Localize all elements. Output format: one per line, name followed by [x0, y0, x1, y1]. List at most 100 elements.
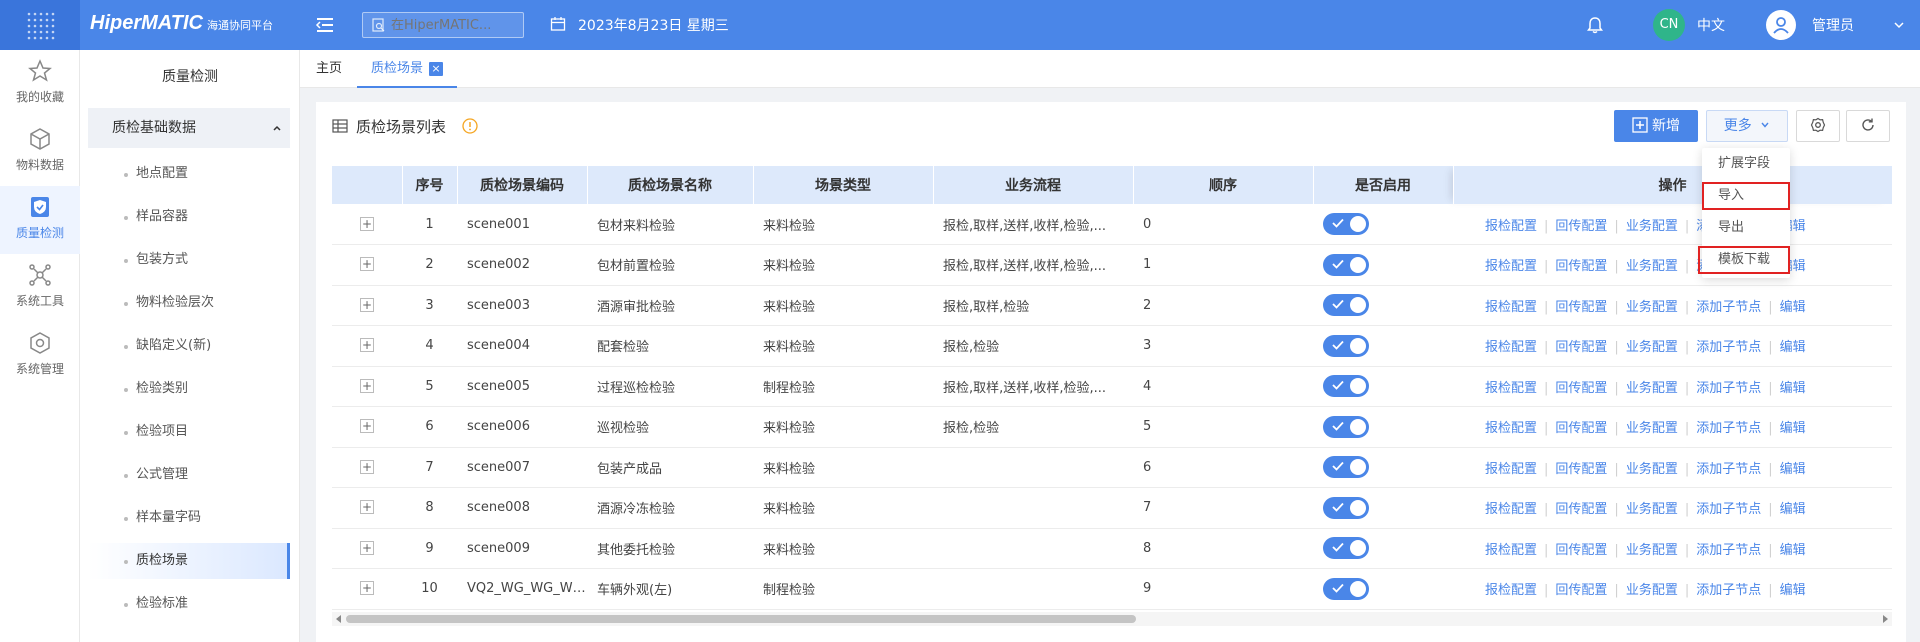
op-link[interactable]: 报检配置 — [1485, 219, 1537, 234]
enabled-toggle[interactable] — [1323, 375, 1369, 398]
sidebar-item-formula[interactable]: 公式管理 — [88, 457, 290, 493]
op-link[interactable]: 编辑 — [1780, 462, 1806, 477]
enabled-toggle[interactable] — [1323, 294, 1369, 317]
op-link[interactable]: 回传配置 — [1555, 259, 1607, 274]
menu-toggle-icon[interactable] — [314, 14, 336, 36]
scrollbar-thumb[interactable] — [346, 615, 1136, 623]
tab-home[interactable]: 主页 — [316, 50, 342, 88]
enabled-toggle[interactable] — [1323, 456, 1369, 479]
expand-icon[interactable]: + — [360, 500, 374, 515]
op-link[interactable]: 回传配置 — [1555, 421, 1607, 436]
op-link[interactable]: 回传配置 — [1555, 300, 1607, 315]
scroll-left-icon[interactable] — [336, 615, 341, 623]
op-link[interactable]: 报检配置 — [1485, 381, 1537, 396]
op-link[interactable]: 添加子节点 — [1696, 381, 1761, 396]
op-link[interactable]: 添加子节点 — [1696, 340, 1761, 355]
module-system-admin[interactable]: 系统管理 — [0, 322, 80, 390]
op-link[interactable]: 编辑 — [1780, 543, 1806, 558]
module-system-tools[interactable]: 系统工具 — [0, 254, 80, 322]
op-link[interactable]: 回传配置 — [1555, 340, 1607, 355]
enabled-toggle[interactable] — [1323, 415, 1369, 438]
op-link[interactable]: 添加子节点 — [1696, 502, 1761, 517]
menu-item-export[interactable]: 导出 — [1702, 214, 1790, 242]
op-link[interactable]: 报检配置 — [1485, 502, 1537, 517]
column-header-type[interactable]: 场景类型 — [753, 166, 934, 204]
scroll-right-icon[interactable] — [1883, 615, 1888, 623]
close-icon[interactable]: × — [429, 61, 444, 76]
column-header-code[interactable]: 质检场景编码 — [457, 166, 588, 204]
language-badge[interactable]: CN — [1653, 9, 1685, 41]
op-link[interactable]: 业务配置 — [1626, 300, 1678, 315]
sidebar-item-inspection-level[interactable]: 物料检验层次 — [88, 285, 290, 321]
op-link[interactable]: 回传配置 — [1555, 462, 1607, 477]
op-link[interactable]: 报检配置 — [1485, 543, 1537, 558]
sidebar-item-qc-scene[interactable]: 质检场景 — [88, 543, 290, 579]
op-link[interactable]: 报检配置 — [1485, 340, 1537, 355]
enabled-toggle[interactable] — [1323, 253, 1369, 276]
app-grid-logo[interactable] — [0, 0, 80, 50]
expand-icon[interactable]: + — [360, 419, 374, 434]
op-link[interactable]: 报检配置 — [1485, 259, 1537, 274]
op-link[interactable]: 报检配置 — [1485, 421, 1537, 436]
add-button[interactable]: 新增 — [1614, 110, 1698, 142]
module-quality-check[interactable]: 质量检测 — [0, 186, 80, 254]
expand-icon[interactable]: + — [360, 338, 374, 353]
tab-qc-scene[interactable]: 质检场景 × — [357, 50, 458, 88]
op-link[interactable]: 回传配置 — [1555, 381, 1607, 396]
op-link[interactable]: 回传配置 — [1555, 583, 1607, 598]
more-button[interactable]: 更多 — [1706, 110, 1788, 142]
sidebar-item-inspection-category[interactable]: 检验类别 — [88, 371, 290, 407]
avatar[interactable] — [1766, 10, 1796, 40]
op-link[interactable]: 回传配置 — [1555, 543, 1607, 558]
op-link[interactable]: 业务配置 — [1626, 543, 1678, 558]
op-link[interactable]: 编辑 — [1780, 502, 1806, 517]
sidebar-item-sample-code[interactable]: 样本量字码 — [88, 500, 290, 536]
column-header-enabled[interactable]: 是否启用 — [1313, 166, 1454, 204]
settings-button[interactable] — [1796, 110, 1840, 142]
op-link[interactable]: 业务配置 — [1626, 259, 1678, 274]
column-header-no[interactable]: 序号 — [402, 166, 458, 204]
op-link[interactable]: 编辑 — [1780, 583, 1806, 598]
op-link[interactable]: 添加子节点 — [1696, 462, 1761, 477]
sidebar-group-basic-data[interactable]: 质检基础数据 — [88, 108, 290, 148]
module-material-data[interactable]: 物料数据 — [0, 118, 80, 186]
user-name[interactable]: 管理员 — [1812, 15, 1854, 35]
enabled-toggle[interactable] — [1323, 537, 1369, 560]
expand-icon[interactable]: + — [360, 216, 374, 231]
expand-icon[interactable]: + — [360, 378, 374, 393]
sidebar-item-location[interactable]: 地点配置 — [88, 156, 290, 192]
enabled-toggle[interactable] — [1323, 213, 1369, 235]
search-input[interactable] — [362, 12, 524, 38]
op-link[interactable]: 回传配置 — [1555, 219, 1607, 234]
expand-icon[interactable]: + — [360, 540, 374, 555]
column-header-name[interactable]: 质检场景名称 — [587, 166, 754, 204]
sidebar-item-packaging[interactable]: 包装方式 — [88, 242, 290, 278]
language-label[interactable]: 中文 — [1697, 15, 1725, 35]
expand-icon[interactable]: + — [360, 297, 374, 312]
op-link[interactable]: 添加子节点 — [1696, 583, 1761, 598]
op-link[interactable]: 业务配置 — [1626, 502, 1678, 517]
enabled-toggle[interactable] — [1323, 577, 1369, 600]
op-link[interactable]: 报检配置 — [1485, 462, 1537, 477]
op-link[interactable]: 编辑 — [1780, 300, 1806, 315]
op-link[interactable]: 业务配置 — [1626, 219, 1678, 234]
sidebar-item-inspection-standard[interactable]: 检验标准 — [88, 586, 290, 622]
op-link[interactable]: 编辑 — [1780, 421, 1806, 436]
chevron-down-icon[interactable] — [1893, 19, 1905, 31]
horizontal-scrollbar[interactable] — [332, 612, 1892, 626]
column-header-flow[interactable]: 业务流程 — [933, 166, 1134, 204]
menu-item-import[interactable]: 导入 — [1702, 182, 1790, 210]
enabled-toggle[interactable] — [1323, 334, 1369, 357]
op-link[interactable]: 业务配置 — [1626, 462, 1678, 477]
op-link[interactable]: 业务配置 — [1626, 381, 1678, 396]
menu-item-template-download[interactable]: 模板下载 — [1698, 246, 1790, 274]
sidebar-item-inspection-item[interactable]: 检验项目 — [88, 414, 290, 450]
enabled-toggle[interactable] — [1323, 496, 1369, 519]
bell-icon[interactable] — [1585, 15, 1605, 35]
op-link[interactable]: 报检配置 — [1485, 583, 1537, 598]
op-link[interactable]: 回传配置 — [1555, 502, 1607, 517]
op-link[interactable]: 编辑 — [1780, 381, 1806, 396]
op-link[interactable]: 添加子节点 — [1696, 300, 1761, 315]
module-favorites[interactable]: 我的收藏 — [0, 50, 80, 118]
sidebar-item-sample-container[interactable]: 样品容器 — [88, 199, 290, 235]
